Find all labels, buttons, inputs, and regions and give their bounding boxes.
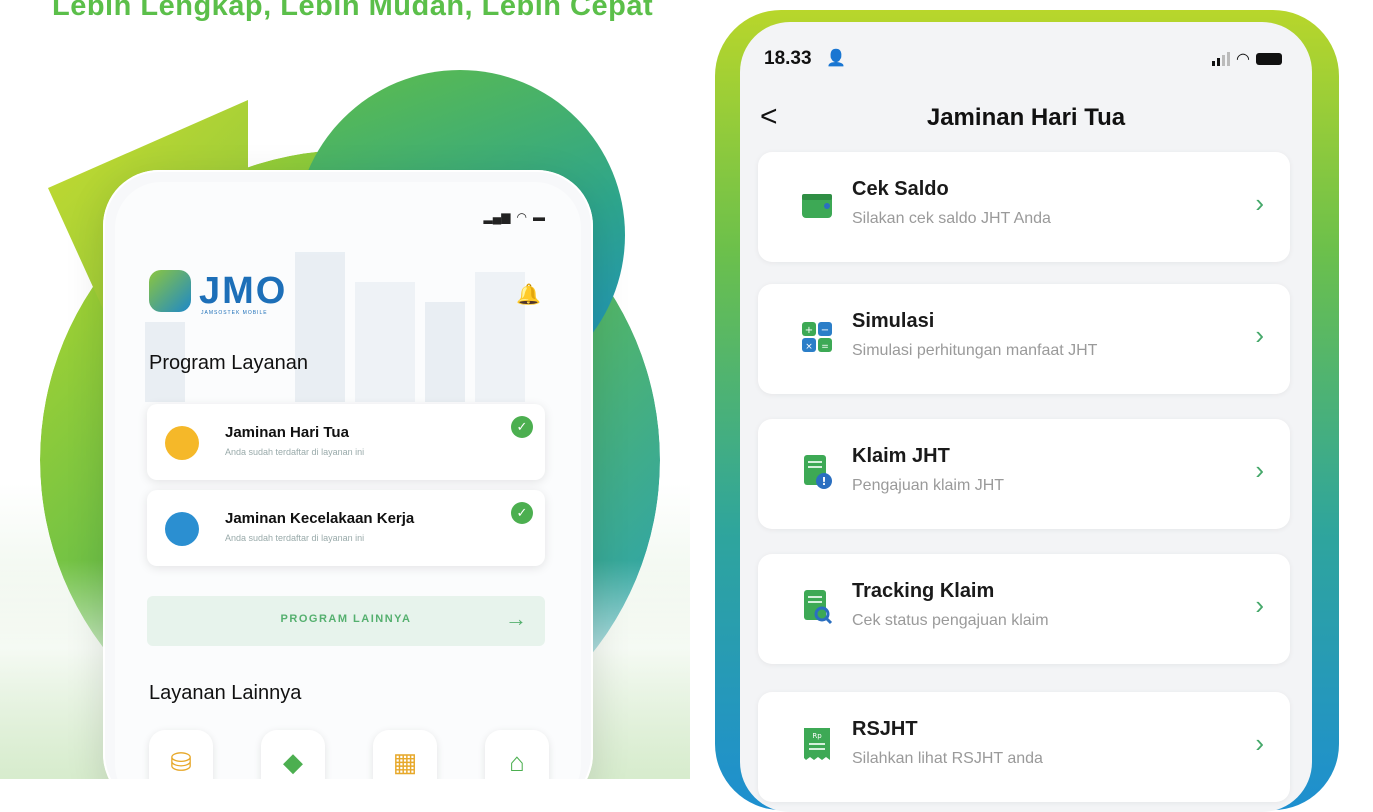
status-time: 18.33 (764, 48, 812, 69)
shop-icon[interactable]: ⌂ (485, 730, 549, 779)
svg-text:−: − (821, 325, 829, 336)
menu-item-klaim-jht[interactable]: ! Klaim JHT Pengajuan klaim JHT › (758, 419, 1290, 529)
hand-coin-icon (165, 426, 199, 460)
other-services-title: Layanan Lainnya (149, 682, 302, 704)
menu-item-rsjht[interactable]: Rp RSJHT Silahkan lihat RSJHT anda › (758, 692, 1290, 802)
signal-icon: ▂▄▆ (483, 210, 511, 224)
wifi-icon: ◠ (516, 210, 527, 224)
claim-document-icon: ! (804, 455, 832, 489)
plant-coin-icon[interactable]: ⛁ (149, 730, 213, 779)
svg-text:=: = (821, 342, 829, 352)
right-phone-screen: 18.33 👤 ◠ < Jaminan Hari Tua Cek Saldo S… (740, 22, 1312, 812)
status-icons: ◠ (1212, 49, 1282, 69)
jmo-logo: JMO JAMSOSTEK MOBILE (149, 270, 288, 316)
arrow-right-icon: → (505, 606, 527, 631)
left-phone-mockup: ▂▄▆ ◠ ▬ JMO JAMSOSTEK MOBILE 🔔 Program L… (103, 170, 593, 779)
left-status-bar: ▂▄▆ ◠ ▬ (484, 210, 545, 224)
chevron-right-icon: › (1255, 320, 1264, 350)
program-lainnya-label: PROGRAM LAINNYA (280, 613, 412, 625)
chevron-right-icon: › (1255, 728, 1264, 758)
menu-item-subtitle: Simulasi perhitungan manfaat JHT (852, 342, 1098, 359)
menu-item-cek-saldo[interactable]: Cek Saldo Silakan cek saldo JHT Anda › (758, 152, 1290, 262)
wifi-icon: ◠ (1236, 51, 1250, 68)
worker-shield-icon (165, 512, 199, 546)
menu-item-title: Klaim JHT (852, 445, 950, 467)
receipt-icon: Rp (804, 728, 830, 760)
bell-icon[interactable]: 🔔 (516, 282, 541, 307)
city-skyline-illustration (145, 252, 525, 402)
menu-item-title: RSJHT (852, 718, 918, 740)
jmo-logo-subtext: JAMSOSTEK MOBILE (201, 310, 268, 316)
menu-item-title: Simulasi (852, 310, 935, 332)
menu-item-tracking-klaim[interactable]: Tracking Klaim Cek status pengajuan klai… (758, 554, 1290, 664)
chevron-right-icon: › (1255, 590, 1264, 620)
program-section-title: Program Layanan (149, 352, 308, 374)
menu-item-subtitle: Silakan cek saldo JHT Anda (852, 210, 1051, 227)
menu-item-simulasi[interactable]: + − × = Simulasi Simulasi perhitungan ma… (758, 284, 1290, 394)
jmo-logo-mark (149, 270, 191, 312)
battery-icon: ▬ (533, 210, 545, 224)
menu-item-title: Cek Saldo (852, 178, 949, 200)
svg-text:+: + (805, 325, 813, 336)
person-icon: 👤 (826, 50, 846, 67)
money-transfer-icon[interactable]: ◆ (261, 730, 325, 779)
menu-item-title: Tracking Klaim (852, 580, 995, 602)
program-card-subtitle: Anda sudah terdaftar di layanan ini (225, 533, 365, 543)
chevron-right-icon: › (1255, 188, 1264, 218)
program-card-jht[interactable]: Jaminan Hari Tua Anda sudah terdaftar di… (147, 404, 545, 480)
check-icon: ✓ (511, 502, 533, 524)
program-lainnya-button[interactable]: PROGRAM LAINNYA → (147, 596, 545, 646)
menu-item-subtitle: Silahkan lihat RSJHT anda (852, 750, 1043, 767)
svg-text:!: ! (821, 475, 826, 488)
program-card-jkk[interactable]: Jaminan Kecelakaan Kerja Anda sudah terd… (147, 490, 545, 566)
page-title: Jaminan Hari Tua (926, 104, 1126, 131)
promo-tagline: Lebih Lengkap, Lebih Mudah, Lebih Cepat (52, 0, 654, 22)
organization-icon[interactable]: ▦ (373, 730, 437, 779)
calculator-icon: + − × = (802, 322, 832, 352)
svg-text:×: × (805, 342, 813, 352)
promo-panel: Lebih Lengkap, Lebih Mudah, Lebih Cepat … (0, 0, 690, 779)
search-document-icon (804, 590, 833, 625)
left-phone-screen: ▂▄▆ ◠ ▬ JMO JAMSOSTEK MOBILE 🔔 Program L… (115, 182, 581, 779)
service-tiles: ⛁ ◆ ▦ ⌂ (149, 730, 549, 779)
check-icon: ✓ (511, 416, 533, 438)
battery-icon (1256, 53, 1282, 65)
signal-icon (1212, 52, 1231, 66)
program-card-subtitle: Anda sudah terdaftar di layanan ini (225, 447, 365, 457)
wallet-icon (802, 194, 832, 218)
menu-item-subtitle: Pengajuan klaim JHT (852, 477, 1005, 494)
program-card-title: Jaminan Hari Tua (225, 424, 349, 441)
svg-text:Rp: Rp (812, 732, 822, 740)
program-card-title: Jaminan Kecelakaan Kerja (225, 510, 415, 527)
jmo-logo-text: JMO (199, 270, 288, 312)
chevron-right-icon: › (1255, 455, 1264, 485)
menu-item-subtitle: Cek status pengajuan klaim (852, 612, 1049, 629)
